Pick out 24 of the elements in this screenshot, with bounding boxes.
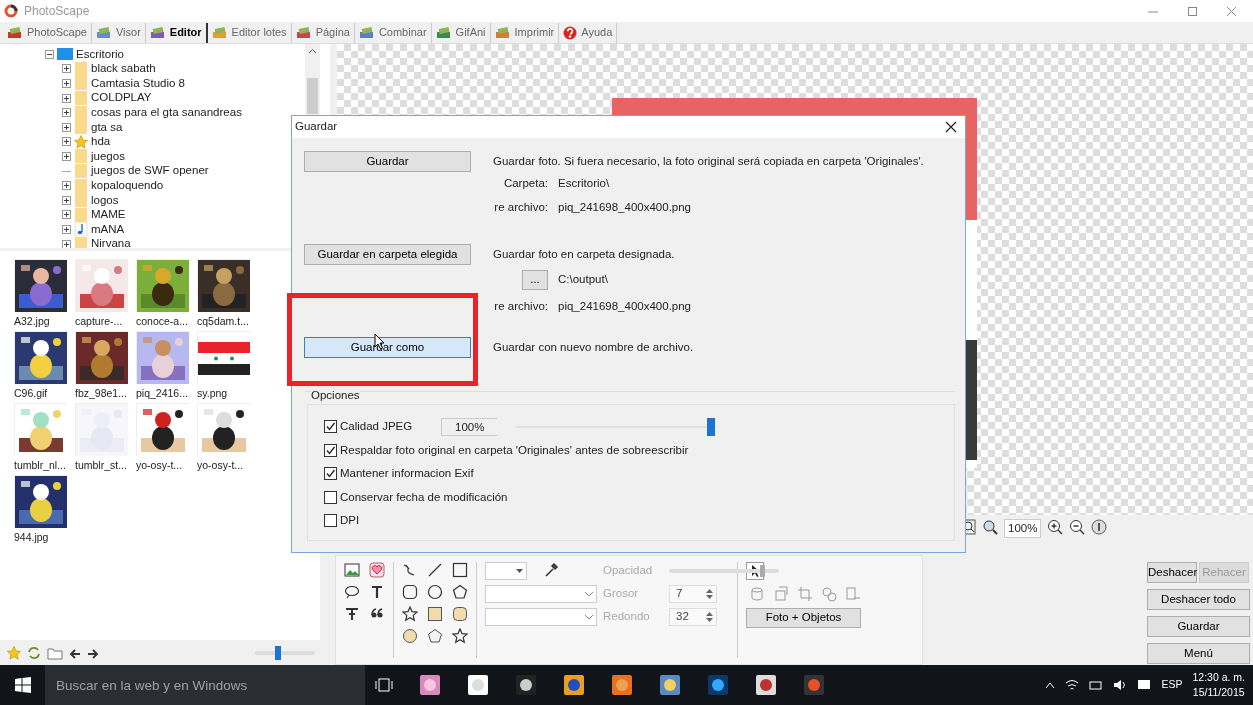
field-label: re archivo:: [493, 299, 548, 315]
action-button: Rehacer: [1199, 562, 1249, 583]
zoom-level: 100%: [1004, 519, 1042, 539]
field-label: Grosor: [603, 586, 640, 601]
checkbox-label: DPI: [340, 513, 360, 529]
field-value: piq_241698_400x400.png: [558, 200, 693, 216]
spin-field: 7: [669, 585, 717, 603]
field-label: Carpeta:: [502, 176, 548, 192]
dialog-title: Guardar: [295, 119, 338, 135]
field-label: re archivo:: [493, 200, 548, 216]
window-title: PhotoScape: [24, 3, 90, 20]
description: Guardar con nuevo nombre de archivo.: [493, 340, 695, 355]
checkbox-label: Conservar fecha de modificación: [340, 489, 508, 505]
spin-field: 32: [669, 608, 717, 626]
field-label: Redondo: [603, 609, 651, 624]
checkbox-label: Respaldar foto original en carpeta 'Originales' antes de sobreescribir: [340, 442, 689, 458]
field-label: Opacidad: [603, 563, 654, 578]
field-value: Escritorio\: [558, 176, 611, 192]
field-value: piq_241698_400x400.png: [558, 299, 693, 315]
checkbox-label: Mantener informacion Exif: [340, 466, 474, 482]
field-value: C:\output\: [558, 272, 609, 288]
description: Guardar foto en carpeta designada.: [493, 247, 676, 262]
checkbox-label: Calidad JPEG: [340, 419, 413, 435]
description: Guardar foto. Si fuera necesario, la foto original será copiada en carpeta 'Originales'.: [493, 154, 925, 169]
